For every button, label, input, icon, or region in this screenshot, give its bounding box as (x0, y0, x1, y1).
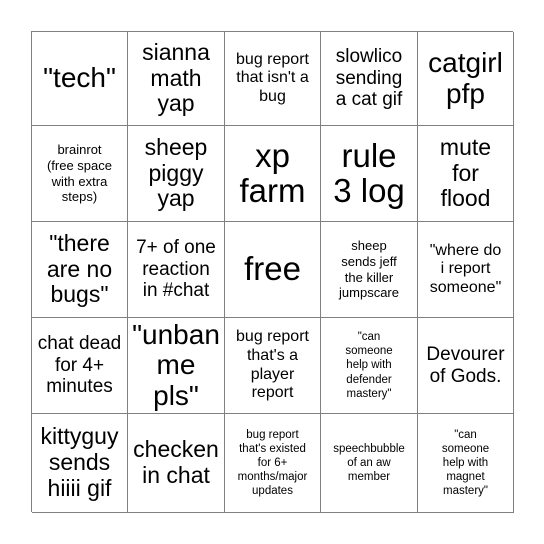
bingo-cell-label: "there are no bugs" (46, 229, 113, 308)
bingo-cell[interactable]: bug report that's existed for 6+ months/… (225, 414, 321, 513)
bingo-cell-label: Devourer of Gods. (426, 343, 505, 387)
bingo-cell-label: sheep piggy yap (144, 133, 208, 212)
bingo-cell[interactable]: catgirl pfp (418, 32, 514, 126)
bingo-cell[interactable]: kittyguy sends hiiii gif (32, 414, 128, 513)
bingo-cell-label: checken in chat (133, 436, 219, 488)
bingo-cell-label: "unban me pls" (132, 319, 220, 411)
bingo-cell[interactable]: sheep sends jeff the killer jumpscare (321, 222, 418, 318)
bingo-cell-label: "tech" (43, 62, 116, 94)
bingo-cell-label: chat dead for 4+ minutes (37, 333, 122, 398)
bingo-cell[interactable]: sianna math yap (128, 32, 225, 126)
bingo-cell[interactable]: "there are no bugs" (32, 222, 128, 318)
bingo-cell[interactable]: chat dead for 4+ minutes (32, 318, 128, 414)
bingo-cell-label: sianna math yap (142, 38, 210, 117)
bingo-cell[interactable]: "where do i report someone" (418, 222, 514, 318)
bingo-cell-label: xp farm (239, 136, 306, 209)
bingo-cell-label: sheep sends jeff the killer jumpscare (339, 238, 399, 301)
bingo-free-space[interactable]: free (225, 222, 321, 318)
bingo-cell-label: "can someone help with magnet mastery" (441, 428, 490, 498)
bingo-cell-label: rule 3 log (333, 136, 405, 209)
bingo-cell-label: 7+ of one reaction in #chat (136, 237, 216, 302)
bingo-cell[interactable]: "tech" (32, 32, 128, 126)
bingo-cell[interactable]: brainrot (free space with extra steps) (32, 126, 128, 222)
bingo-cell[interactable]: bug report that isn't a bug (225, 32, 321, 126)
bingo-cell-label: brainrot (free space with extra steps) (46, 142, 113, 205)
bingo-cell[interactable]: slowlico sending a cat gif (321, 32, 418, 126)
bingo-cell[interactable]: rule 3 log (321, 126, 418, 222)
bingo-cell[interactable]: "unban me pls" (128, 318, 225, 414)
bingo-cell[interactable]: checken in chat (128, 414, 225, 513)
bingo-cell-label: "can someone help with defender mastery" (345, 331, 393, 400)
bingo-cell-label: kittyguy sends hiiii gif (40, 423, 119, 501)
bingo-card: "tech" sianna math yap bug report that isn… (31, 31, 514, 513)
bingo-cell-label: slowlico sending a cat gif (335, 46, 403, 111)
bingo-cell-label: free (244, 250, 301, 288)
bingo-cell-label: bug report that's a player report (236, 328, 309, 402)
bingo-cell[interactable]: Devourer of Gods. (418, 318, 514, 414)
bingo-cell[interactable]: sheep piggy yap (128, 126, 225, 222)
bingo-cell[interactable]: "can someone help with magnet mastery" (418, 414, 514, 513)
bingo-cell-label: speechbubble of an aw member (333, 442, 405, 483)
bingo-cell[interactable]: "can someone help with defender mastery" (321, 318, 418, 414)
bingo-cell[interactable]: 7+ of one reaction in #chat (128, 222, 225, 318)
bingo-cell-label: bug report that isn't a bug (236, 50, 309, 105)
bingo-cell-label: bug report that's existed for 6+ months/… (237, 428, 308, 498)
bingo-cell-label: mute for flood (439, 133, 492, 212)
bingo-cell[interactable]: mute for flood (418, 126, 514, 222)
bingo-cell-label: "where do i report someone" (429, 241, 502, 296)
bingo-cell[interactable]: xp farm (225, 126, 321, 222)
bingo-cell[interactable]: bug report that's a player report (225, 318, 321, 414)
bingo-cell[interactable]: speechbubble of an aw member (321, 414, 418, 513)
bingo-cell-label: catgirl pfp (428, 47, 503, 109)
